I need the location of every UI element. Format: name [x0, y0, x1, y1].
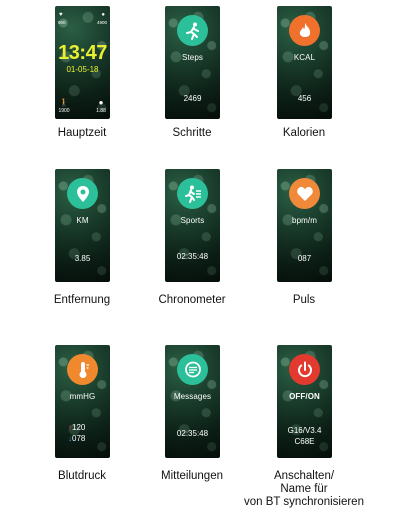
clock-time: 13:47 — [58, 42, 107, 64]
kcal-screen: KCAL 456 — [277, 6, 332, 119]
bottom-left-value: 1900 — [58, 108, 70, 114]
flame-icon — [289, 15, 320, 46]
bpm-value: 087 — [297, 254, 312, 263]
bottom-right-value: 1.88 — [96, 108, 106, 114]
main-face-screen: ♥ 900 ● 4900 13:47 01-05-18 🚶 1900 ● 1.8… — [55, 6, 110, 119]
distance-screen: KM 3.85 — [55, 169, 110, 282]
steps-label: Steps — [182, 53, 203, 62]
km-label: KM — [76, 216, 89, 225]
kcal-value: 456 — [297, 94, 312, 103]
messages-screen: Messages 02:35:48 — [165, 345, 220, 458]
firmware-version: G16/V3.4 — [287, 426, 322, 435]
sports-screen: Sports 02:35:48 — [165, 169, 220, 282]
steps-screen: Steps 2469 — [165, 6, 220, 119]
sports-runner-icon — [177, 178, 208, 209]
pin-icon: ● — [98, 98, 104, 107]
kcal-label: KCAL — [293, 53, 316, 62]
message-bubble-icon — [177, 354, 208, 385]
top-left-value: 900 — [58, 20, 66, 25]
caption-anschalten: Anschalten/ Name für von BT synchronisie… — [244, 470, 364, 508]
steps-value: 2469 — [183, 94, 202, 103]
water-drop-icon: ♥ — [59, 12, 63, 18]
km-value: 3.85 — [74, 254, 91, 263]
top-right-value: 4900 — [96, 20, 107, 25]
caption-puls: Puls — [292, 294, 316, 306]
thermometer-icon — [67, 354, 98, 385]
running-person-icon — [177, 15, 208, 46]
blood-pressure-screen: mmHG ↑120 ↓078 — [55, 345, 110, 458]
device-code: C68E — [294, 437, 315, 446]
walker-icon: 🚶 — [59, 98, 69, 107]
mmhg-label: mmHG — [69, 392, 96, 401]
bpm-label: bpm/m — [292, 216, 317, 225]
power-icon — [289, 354, 320, 385]
messages-value: 02:35:48 — [176, 429, 209, 438]
sports-value: 02:35:48 — [176, 252, 209, 261]
sports-label: Sports — [180, 216, 205, 225]
systolic-value: ↑120 — [68, 423, 86, 432]
messages-label: Messages — [173, 392, 212, 401]
drop-icon: ● — [101, 12, 105, 18]
location-pin-icon — [67, 178, 98, 209]
heart-icon — [289, 178, 320, 209]
power-screen: OFF/ON G16/V3.4 C68E — [277, 345, 332, 458]
diastolic-value: ↓078 — [68, 434, 86, 443]
power-label: OFF/ON — [289, 392, 320, 401]
caption-kalorien: Kalorien — [282, 127, 326, 139]
pulse-screen: bpm/m 087 — [277, 169, 332, 282]
clock-date: 01-05-18 — [66, 65, 99, 74]
